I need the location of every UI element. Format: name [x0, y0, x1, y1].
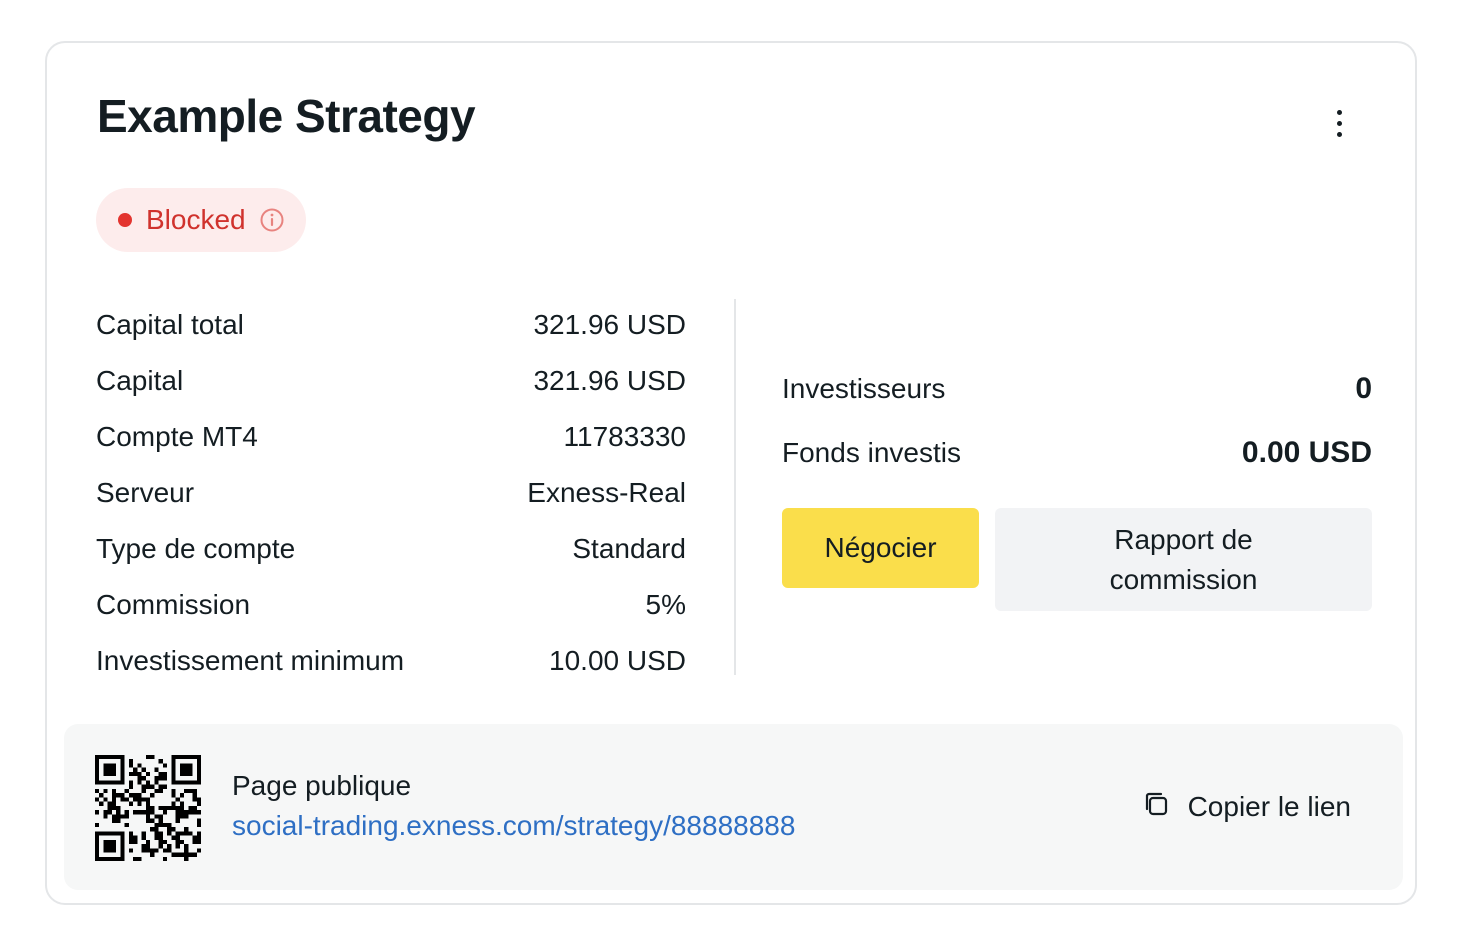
- stat-label: Commission: [96, 589, 251, 620]
- stat-value: 321.96 USD: [533, 309, 686, 340]
- invested-funds-label: Fonds investis: [782, 437, 961, 468]
- copy-link-button[interactable]: Copier le lien: [1142, 790, 1351, 823]
- stat-label: Compte MT4: [96, 421, 258, 452]
- stat-row-capital-total: Capital total 321.96 USD: [96, 297, 686, 353]
- investors-row: Investisseurs 0: [782, 357, 1372, 421]
- stat-label: Type de compte: [96, 533, 296, 564]
- stat-row-mt4-account: Compte MT4 11783330: [96, 409, 686, 465]
- invested-funds-value: 0.00 USD: [1241, 436, 1372, 469]
- stat-row-min-investment: Investissement minimum 10.00 USD: [96, 633, 686, 689]
- stat-label: Serveur: [96, 477, 195, 508]
- public-page-label: Page publique: [232, 770, 412, 801]
- stat-value: 11783330: [563, 421, 687, 452]
- stat-value: 10.00 USD: [549, 645, 686, 676]
- stat-label: Investissement minimum: [96, 645, 405, 676]
- invested-funds-row: Fonds investis 0.00 USD: [782, 421, 1372, 485]
- stat-value: Standard: [572, 533, 686, 564]
- info-circle-icon[interactable]: [260, 208, 284, 232]
- strategy-stats: Capital total 321.96 USD Capital 321.96 …: [96, 297, 686, 689]
- commission-report-button[interactable]: Rapport de commission: [995, 508, 1372, 611]
- stat-row-capital: Capital 321.96 USD: [96, 353, 686, 409]
- stat-label: Capital: [96, 365, 184, 396]
- investors-value: 0: [1355, 372, 1372, 405]
- investors-label: Investisseurs: [782, 373, 946, 404]
- status-dot-icon: [118, 213, 132, 227]
- stat-row-commission: Commission 5%: [96, 577, 686, 633]
- stat-value: Exness-Real: [527, 477, 686, 508]
- stat-value: 321.96 USD: [533, 365, 686, 396]
- copy-link-label: Copier le lien: [1187, 790, 1351, 822]
- stat-value: 5%: [645, 589, 686, 620]
- public-page-link[interactable]: social-trading.exness.com/strategy/88888…: [232, 810, 795, 842]
- more-options-button[interactable]: [1319, 99, 1359, 147]
- public-page-panel: Page publique social-trading.exness.com/…: [64, 724, 1403, 890]
- trade-button[interactable]: Négocier: [782, 508, 979, 588]
- copy-icon: [1142, 790, 1170, 823]
- strategy-card: Example Strategy Blocked Capital total 3…: [45, 41, 1417, 905]
- status-badge: Blocked: [96, 188, 306, 252]
- stat-label: Capital total: [96, 309, 244, 340]
- kebab-menu-icon: [1336, 109, 1342, 115]
- stat-row-account-type: Type de compte Standard: [96, 521, 686, 577]
- strategy-title: Example Strategy: [97, 90, 476, 142]
- stat-row-server: Serveur Exness-Real: [96, 465, 686, 521]
- investment-summary: Investisseurs 0 Fonds investis 0.00 USD: [782, 357, 1372, 485]
- status-label: Blocked: [146, 204, 246, 235]
- qr-code-icon: [95, 755, 201, 861]
- vertical-divider: [734, 299, 736, 675]
